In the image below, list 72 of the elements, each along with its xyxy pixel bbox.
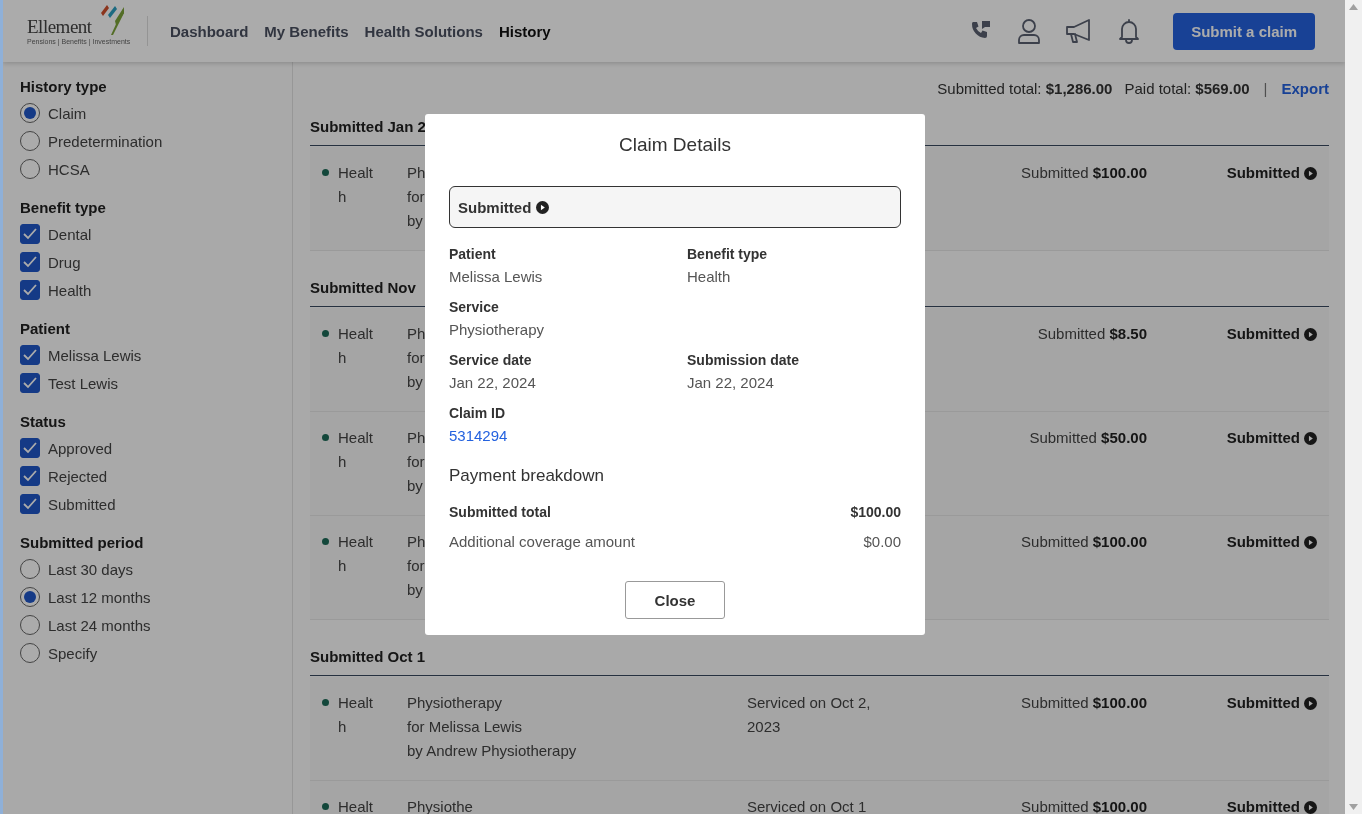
claim-status: Submitted bbox=[1226, 797, 1300, 814]
payment-label: Submitted total bbox=[449, 504, 551, 520]
claim-description: for bbox=[407, 556, 425, 576]
option-label: Drug bbox=[48, 253, 81, 271]
payment-amount: $0.00 bbox=[863, 533, 901, 550]
field-label: Submission date bbox=[687, 352, 800, 368]
payment-amount: $100.00 bbox=[850, 504, 901, 520]
claim-amount: Submitted $100.00 bbox=[1021, 693, 1147, 713]
option-label: Claim bbox=[48, 104, 87, 122]
claim-description: for bbox=[407, 187, 425, 207]
claim-description: Ph bbox=[407, 532, 426, 552]
claim-description: by bbox=[407, 372, 423, 392]
service-date: Serviced on Oct 1 bbox=[747, 797, 868, 814]
field-value: Jan 22, 2024 bbox=[687, 374, 774, 391]
claim-description: for bbox=[407, 348, 425, 368]
filter-heading: Benefit type bbox=[20, 199, 107, 216]
claim-status: Submitted bbox=[458, 198, 532, 216]
field-label: Claim ID bbox=[449, 405, 505, 421]
claim-amount: Submitted $50.00 bbox=[1029, 428, 1147, 448]
claim-description: for bbox=[407, 452, 425, 472]
claim-status: Submitted bbox=[1226, 532, 1300, 552]
option-label: Submitted bbox=[48, 495, 116, 513]
claim-status: Submitted bbox=[1226, 693, 1300, 713]
claim-description: by Andrew Physiotherapy bbox=[407, 741, 577, 761]
field-label: Service date bbox=[449, 352, 532, 368]
filter-heading: Status bbox=[20, 413, 67, 430]
benefit-category: Health bbox=[338, 163, 375, 207]
claim-description: Ph bbox=[407, 163, 426, 183]
submitted-total: Submitted total: $1,286.00 bbox=[937, 79, 1113, 97]
claim-amount: Submitted $8.50 bbox=[1037, 324, 1147, 344]
claim-description: Ph bbox=[407, 428, 426, 448]
option-label: Approved bbox=[48, 439, 113, 457]
group-heading: Submitted Oct 1 bbox=[310, 644, 1329, 676]
benefit-category: Health bbox=[338, 532, 375, 576]
payment-label: Additional coverage amount bbox=[449, 533, 635, 550]
claim-description: by bbox=[407, 580, 423, 600]
option-label: Last 12 months bbox=[48, 588, 151, 606]
claim-description: Physiotherapy bbox=[407, 693, 503, 713]
benefit-category: Health bbox=[338, 324, 375, 368]
claim-status: Submitted bbox=[1226, 324, 1300, 344]
filter-heading: Submitted period bbox=[20, 534, 145, 551]
option-label: Health bbox=[48, 281, 92, 299]
option-label: Rejected bbox=[48, 467, 108, 485]
benefit-category: Health bbox=[338, 428, 375, 472]
claim-amount: Submitted $100.00 bbox=[1021, 797, 1147, 814]
option-label: Predetermination bbox=[48, 132, 163, 150]
claim-amount: Submitted $100.00 bbox=[1021, 163, 1147, 183]
service-date: Serviced on Oct 2, 2023 bbox=[747, 693, 872, 737]
field-value: Jan 22, 2024 bbox=[449, 374, 536, 391]
logo-wordmark: Ellement bbox=[27, 16, 93, 36]
benefit-category: Health bbox=[338, 693, 375, 737]
paid-total: Paid total: $569.00 bbox=[1124, 79, 1250, 97]
section-title: Payment breakdown bbox=[449, 466, 605, 486]
option-label: Test Lewis bbox=[48, 374, 119, 392]
option-label: Last 24 months bbox=[48, 616, 151, 634]
option-label: Last 30 days bbox=[48, 560, 134, 578]
claim-description: by bbox=[407, 476, 423, 496]
claim-description: Ph bbox=[407, 324, 426, 344]
claim-description: by bbox=[407, 211, 423, 231]
claim-description: for Melissa Lewis bbox=[407, 717, 523, 737]
separator: | bbox=[1263, 79, 1268, 97]
option-label: HCSA bbox=[48, 160, 90, 178]
benefit-category: Healt bbox=[338, 797, 375, 814]
filter-heading: History type bbox=[20, 78, 108, 95]
option-label: Specify bbox=[48, 644, 98, 662]
claim-status: Submitted bbox=[1226, 163, 1300, 183]
filter-heading: Patient bbox=[20, 320, 71, 337]
option-label: Melissa Lewis bbox=[48, 346, 142, 364]
claim-amount: Submitted $100.00 bbox=[1021, 532, 1147, 552]
option-label: Dental bbox=[48, 225, 92, 243]
field-value: Physiotherapy bbox=[449, 321, 545, 338]
claim-status: Submitted bbox=[1226, 428, 1300, 448]
